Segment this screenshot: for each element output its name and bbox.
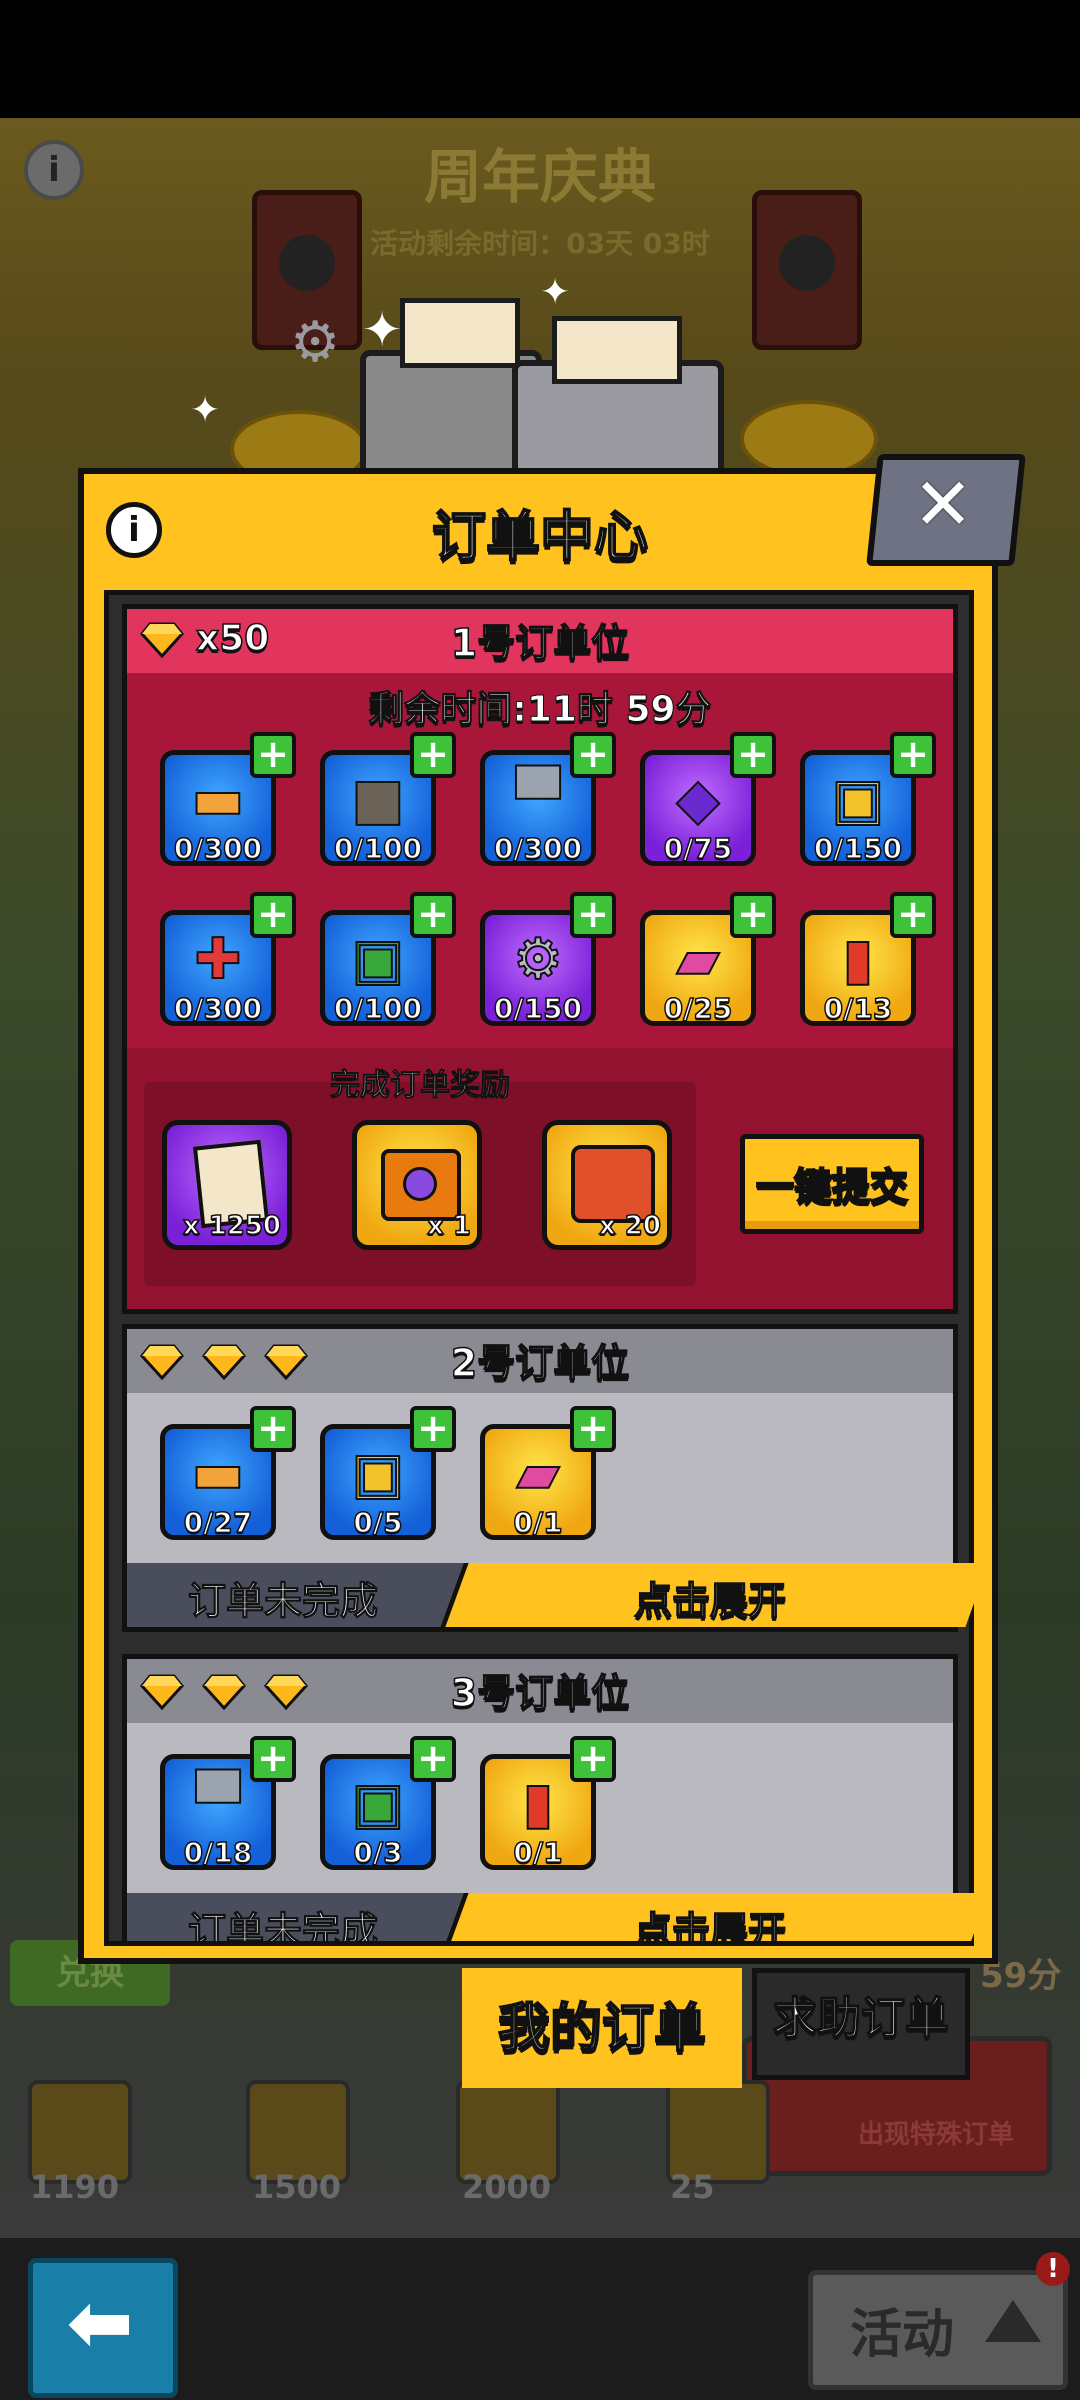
add-item-plus-icon[interactable]: + [570, 732, 616, 778]
add-item-plus-icon[interactable]: + [410, 1736, 456, 1782]
sparkle-icon: ✦ [190, 390, 221, 431]
item-count: 0/300 [493, 831, 583, 866]
reward-count: x 1 [426, 1210, 471, 1242]
chest-lock-icon [403, 1167, 437, 1201]
gear-icon: ⚙ [290, 310, 341, 375]
gem-icon [140, 1344, 184, 1380]
shop-price: 1190 [30, 2168, 120, 2206]
order-status: 订单未完成 [187, 1909, 379, 1947]
triangle-up-icon [985, 2300, 1041, 2342]
reward-treasure-chest[interactable]: x 1 [352, 1120, 482, 1250]
speaker-right-icon [752, 190, 862, 350]
panel-title: 订单中心 [431, 504, 649, 569]
paper-icon [552, 316, 682, 384]
slot-3-status-clip: 订单未完成 点击展开 [104, 1893, 974, 1946]
item-count: 0/300 [173, 831, 263, 866]
add-item-plus-icon[interactable]: + [730, 732, 776, 778]
shop-price: 1500 [252, 2168, 342, 2206]
gold-coin-icon [740, 400, 878, 478]
gem-icon [264, 1674, 308, 1710]
special-order-label: 出现特殊订单 [858, 2120, 1015, 2150]
event-timer: 活动剩余时间：03天 03时 [370, 227, 710, 260]
close-icon[interactable]: ✕ [880, 454, 1006, 554]
add-item-plus-icon[interactable]: + [410, 892, 456, 938]
reward-count: x 1250 [182, 1210, 282, 1242]
order-slot-3-title: 3号订单位 [450, 1670, 630, 1716]
item-count: 0/18 [183, 1835, 253, 1870]
shop-price: 25 [670, 2168, 715, 2206]
tab-my-orders-label: 我的订单 [497, 1998, 707, 2060]
gem-icon [264, 1344, 308, 1380]
notification-badge: ! [1036, 2252, 1070, 2286]
item-count: 0/5 [353, 1505, 404, 1540]
item-count: 0/100 [333, 831, 423, 866]
item-count: 0/1 [513, 1835, 564, 1870]
reward-count: x 20 [598, 1210, 662, 1242]
add-item-plus-icon[interactable]: + [890, 892, 936, 938]
sparkle-icon: ✦ [362, 302, 403, 358]
expand-label: 点击展开 [633, 1908, 787, 1946]
expand-label: 点击展开 [633, 1578, 787, 1624]
order-slot-1-title: 1号订单位 [450, 620, 630, 666]
add-item-plus-icon[interactable]: + [410, 1406, 456, 1452]
item-count: 0/100 [333, 991, 423, 1026]
add-item-plus-icon[interactable]: + [250, 1406, 296, 1452]
reward-title: 完成订单奖励 [330, 1068, 511, 1104]
add-item-plus-icon[interactable]: + [570, 1736, 616, 1782]
item-count: 0/150 [493, 991, 583, 1026]
remaining-time: 剩余时间:11时 59分 [368, 689, 712, 731]
add-item-plus-icon[interactable]: + [570, 1406, 616, 1452]
sparkle-icon: ✦ [540, 272, 571, 313]
gem-icon [202, 1674, 246, 1710]
event-title: 周年庆典 [423, 143, 656, 211]
info-icon[interactable]: i [106, 502, 162, 558]
add-item-plus-icon[interactable]: + [890, 732, 936, 778]
item-count: 0/300 [173, 991, 263, 1026]
reward-paper-scroll[interactable]: x 1250 [162, 1120, 292, 1250]
item-count: 0/150 [813, 831, 903, 866]
add-item-plus-icon[interactable]: + [410, 732, 456, 778]
panel-frame-edge [104, 1941, 974, 1946]
add-item-plus-icon[interactable]: + [730, 892, 776, 938]
gem-icon [202, 1344, 246, 1380]
submit-all-label: 一键提交 [755, 1164, 909, 1210]
back-arrow-icon: ⬅ [66, 2276, 134, 2369]
order-status: 订单未完成 [187, 1579, 379, 1624]
item-count: 0/25 [663, 991, 733, 1026]
tab-help-orders-label: 求助订单 [772, 1992, 950, 2045]
add-item-plus-icon[interactable]: + [250, 892, 296, 938]
activity-label: 活动 [850, 2305, 955, 2365]
gem-icon [140, 622, 184, 658]
item-count: 0/1 [513, 1505, 564, 1540]
add-item-plus-icon[interactable]: + [250, 1736, 296, 1782]
add-item-plus-icon[interactable]: + [570, 892, 616, 938]
add-item-plus-icon[interactable]: + [250, 732, 296, 778]
reward-hero-puzzle[interactable]: x 20 [542, 1120, 672, 1250]
item-count: 0/3 [353, 1835, 404, 1870]
shop-price: 2000 [462, 2168, 552, 2206]
item-count: 0/27 [183, 1505, 253, 1540]
item-count: 0/75 [663, 831, 733, 866]
order-slot-2-title: 2号订单位 [450, 1340, 630, 1386]
paper-icon [400, 298, 520, 368]
gem-reward-count: x50 [195, 617, 270, 660]
gem-icon [140, 1674, 184, 1710]
item-count: 0/13 [823, 991, 893, 1026]
